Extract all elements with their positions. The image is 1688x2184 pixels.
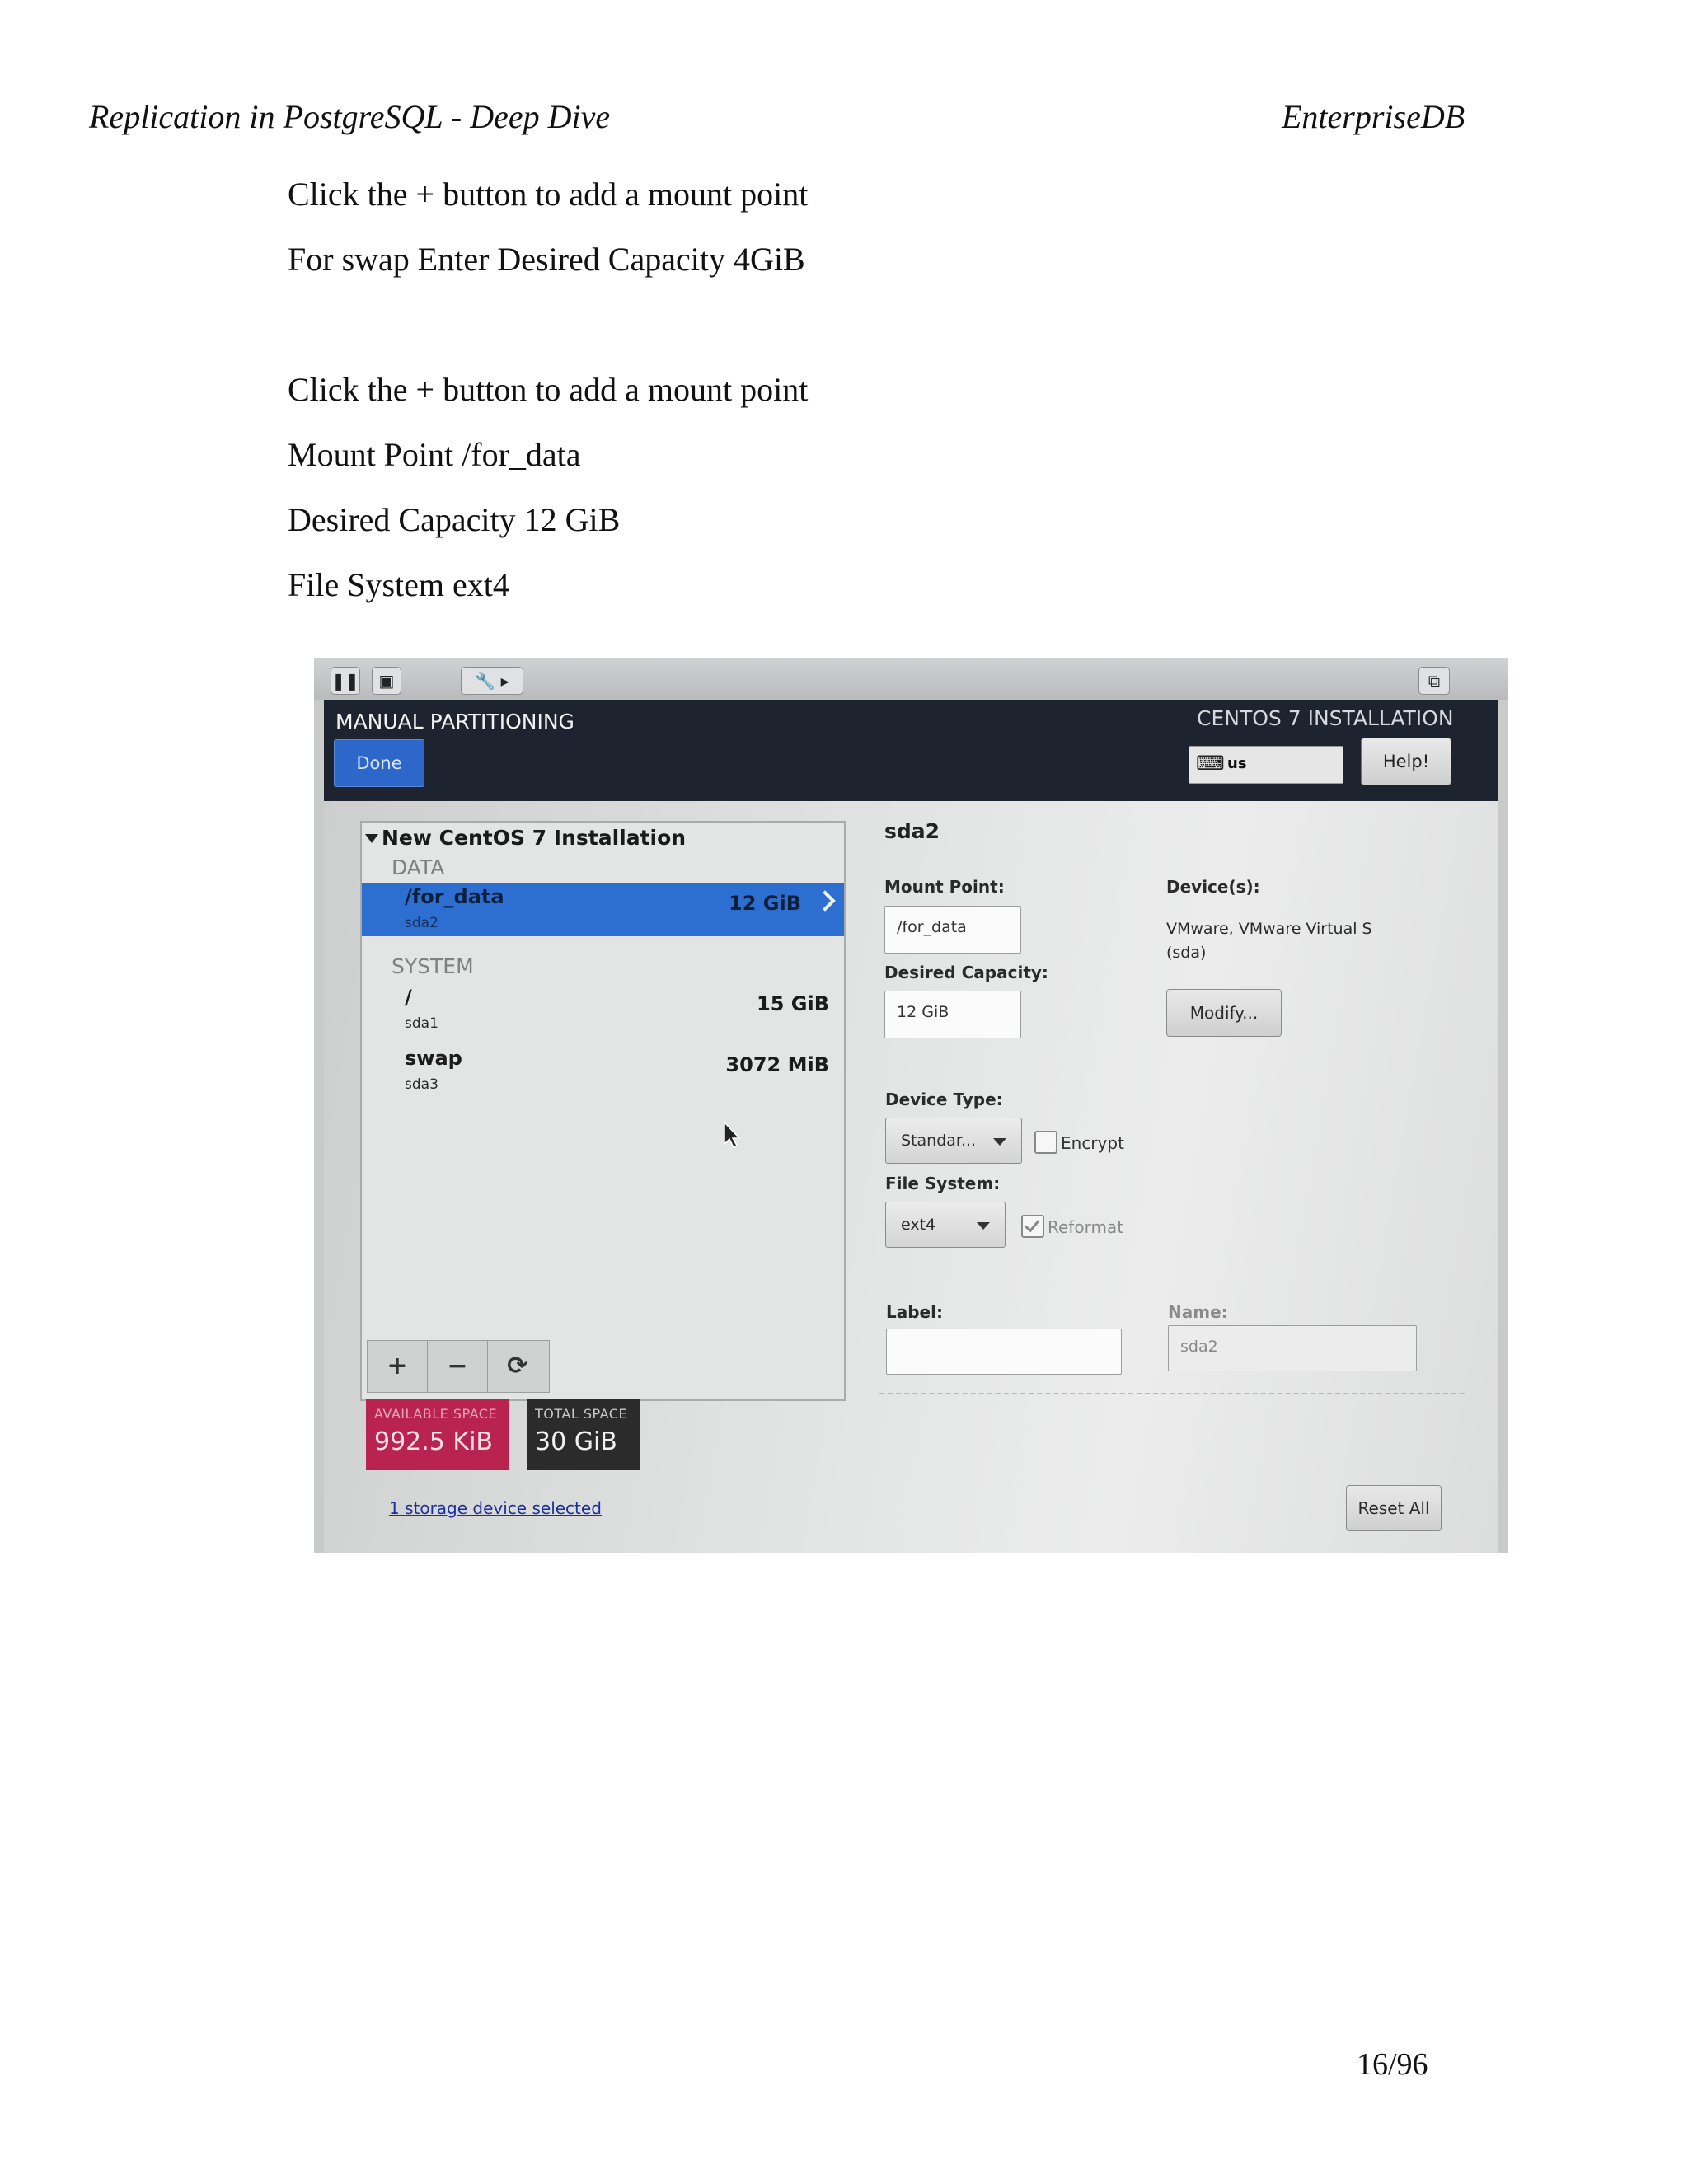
instruction-line: Desired Capacity 12 GiB bbox=[288, 501, 621, 538]
device-type-label: Device Type: bbox=[885, 1090, 1003, 1109]
keyboard-layout-indicator[interactable]: ⌨ us bbox=[1189, 746, 1343, 784]
mount-row-for-data[interactable]: /for_data sda2 12 GiB bbox=[362, 883, 844, 936]
keyboard-icon: ⌨ bbox=[1196, 752, 1225, 775]
name-field-label: Name: bbox=[1168, 1302, 1228, 1322]
section-label-system: SYSTEM bbox=[392, 954, 474, 978]
instruction-line: File System ext4 bbox=[288, 566, 509, 603]
reformat-checkbox[interactable] bbox=[1021, 1215, 1044, 1238]
reset-all-button[interactable]: Reset All bbox=[1346, 1485, 1442, 1531]
chevron-down-icon bbox=[977, 1222, 990, 1230]
mount-size: 15 GiB bbox=[757, 992, 829, 1015]
mount-point-list: New CentOS 7 Installation DATA /for_data… bbox=[360, 821, 846, 1401]
divider bbox=[879, 1393, 1465, 1394]
mount-point-value: /for_data bbox=[897, 918, 967, 936]
mount-point-field[interactable]: /for_data bbox=[884, 906, 1021, 954]
installer-screenshot: ❚❚ ▣ 🔧 ▸ ⧉ MANUAL PARTITIONING CENTOS 7 … bbox=[314, 658, 1508, 1553]
modify-button[interactable]: Modify... bbox=[1166, 989, 1282, 1037]
page-number: 16/96 bbox=[1357, 2047, 1428, 2082]
mount-device: sda2 bbox=[405, 915, 438, 931]
mount-point-name: /for_data bbox=[405, 885, 504, 908]
settings-wrench-icon[interactable]: 🔧 ▸ bbox=[461, 667, 523, 695]
chevron-down-icon bbox=[993, 1138, 1006, 1146]
available-space-label: AVAILABLE SPACE bbox=[374, 1406, 498, 1422]
name-value: sda2 bbox=[1180, 1338, 1218, 1356]
label-field[interactable] bbox=[886, 1329, 1122, 1375]
file-system-value: ext4 bbox=[901, 1216, 936, 1234]
mount-row-swap[interactable]: swap sda3 3072 MiB bbox=[362, 1045, 844, 1098]
encrypt-label: Encrypt bbox=[1061, 1133, 1124, 1153]
remove-mount-point-button[interactable]: − bbox=[428, 1341, 488, 1392]
reformat-label: Reformat bbox=[1048, 1217, 1124, 1237]
page-header-left: Replication in PostgreSQL - Deep Dive bbox=[89, 98, 611, 135]
keyboard-layout-label: us bbox=[1227, 755, 1247, 772]
mount-size: 12 GiB bbox=[729, 892, 801, 915]
partition-button-bar: + − ⟳ bbox=[367, 1340, 550, 1393]
mount-point-label: Mount Point: bbox=[884, 877, 1005, 897]
installation-title: New CentOS 7 Installation bbox=[382, 826, 687, 850]
desired-capacity-value: 12 GiB bbox=[897, 1003, 950, 1021]
pause-icon[interactable]: ❚❚ bbox=[331, 667, 360, 695]
total-space-value: 30 GiB bbox=[535, 1427, 617, 1456]
total-space-badge: TOTAL SPACE 30 GiB bbox=[527, 1399, 640, 1470]
desired-capacity-label: Desired Capacity: bbox=[884, 963, 1048, 982]
mount-point-name: swap bbox=[405, 1047, 462, 1070]
refresh-icon[interactable]: ⟳ bbox=[488, 1341, 547, 1392]
page-title: MANUAL PARTITIONING bbox=[335, 710, 574, 733]
device-type-value: Standar... bbox=[901, 1132, 977, 1150]
total-space-label: TOTAL SPACE bbox=[535, 1406, 628, 1422]
page-header-right: EnterpriseDB bbox=[1282, 98, 1465, 135]
help-button[interactable]: Help! bbox=[1361, 738, 1451, 785]
section-label-data: DATA bbox=[392, 855, 445, 879]
file-system-select[interactable]: ext4 bbox=[885, 1202, 1006, 1248]
done-button[interactable]: Done bbox=[334, 739, 424, 787]
storage-device-link[interactable]: 1 storage device selected bbox=[389, 1498, 602, 1518]
label-field-label: Label: bbox=[886, 1302, 943, 1322]
encrypt-checkbox[interactable] bbox=[1034, 1131, 1057, 1154]
mount-device: sda3 bbox=[405, 1076, 438, 1093]
partitioning-main: New CentOS 7 Installation DATA /for_data… bbox=[324, 801, 1498, 1553]
mount-row-root[interactable]: / sda1 15 GiB bbox=[362, 984, 844, 1037]
available-space-badge: AVAILABLE SPACE 992.5 KiB bbox=[366, 1399, 509, 1470]
instruction-line: Click the + button to add a mount point bbox=[288, 371, 809, 408]
mount-point-name: / bbox=[405, 986, 412, 1009]
mount-size: 3072 MiB bbox=[725, 1053, 829, 1076]
devices-value: VMware, VMware Virtual S (sda) bbox=[1166, 920, 1372, 962]
expand-triangle-icon[interactable] bbox=[365, 834, 378, 843]
devices-label: Device(s): bbox=[1166, 877, 1260, 897]
device-type-select[interactable]: Standar... bbox=[885, 1118, 1022, 1164]
vm-toolbar: ❚❚ ▣ 🔧 ▸ ⧉ bbox=[314, 658, 1508, 700]
file-system-label: File System: bbox=[885, 1174, 1001, 1193]
product-title: CENTOS 7 INSTALLATION bbox=[1197, 706, 1454, 730]
restore-window-icon[interactable]: ⧉ bbox=[1418, 667, 1450, 695]
instruction-line: Mount Point /for_data bbox=[288, 436, 581, 473]
chevron-right-icon bbox=[814, 890, 836, 912]
desired-capacity-field[interactable]: 12 GiB bbox=[884, 991, 1021, 1038]
mouse-cursor-icon bbox=[724, 1121, 741, 1149]
available-space-value: 992.5 KiB bbox=[374, 1427, 494, 1456]
installer-topbar: MANUAL PARTITIONING CENTOS 7 INSTALLATIO… bbox=[324, 700, 1498, 801]
snapshot-icon[interactable]: ▣ bbox=[372, 667, 401, 695]
instruction-line: Click the + button to add a mount point bbox=[288, 176, 809, 213]
add-mount-point-button[interactable]: + bbox=[368, 1341, 428, 1392]
mount-device: sda1 bbox=[405, 1015, 438, 1032]
instruction-line: For swap Enter Desired Capacity 4GiB bbox=[288, 241, 805, 278]
name-field[interactable]: sda2 bbox=[1168, 1325, 1417, 1371]
partition-detail-title: sda2 bbox=[884, 819, 940, 843]
